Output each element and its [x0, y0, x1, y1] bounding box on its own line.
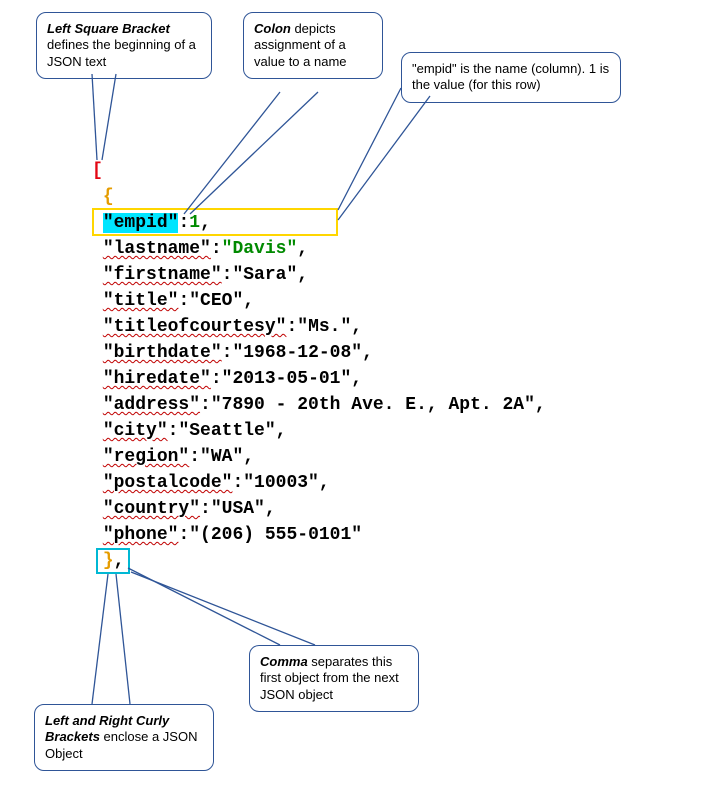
- json-trail-3: ,: [243, 291, 254, 311]
- callout-colon-prefix: Colon: [254, 21, 291, 36]
- json-key-12: "phone": [103, 525, 179, 545]
- json-trail-6: ,: [351, 369, 362, 389]
- json-colon-4: :: [286, 317, 297, 337]
- json-colon-8: :: [168, 421, 179, 441]
- json-key-6: "hiredate": [103, 369, 211, 389]
- json-key-8: "city": [103, 421, 168, 441]
- json-key-11: "country": [103, 499, 200, 519]
- json-trail-11: ,: [265, 499, 276, 519]
- callout-empid-text: "empid" is the name (column). 1 is the v…: [412, 61, 609, 92]
- json-trail-7: ,: [535, 395, 546, 415]
- callout-left-bracket-prefix: Left Square Bracket: [47, 21, 170, 36]
- open-array-bracket: [: [92, 161, 103, 181]
- json-key-4: "titleofcourtesy": [103, 317, 287, 337]
- json-value-8: "Seattle": [178, 421, 275, 441]
- callout-comma: Comma separates this first object from t…: [249, 645, 419, 712]
- json-colon-6: :: [211, 369, 222, 389]
- json-colon-1: :: [211, 239, 222, 259]
- highlight-box-close-comma: [96, 548, 130, 574]
- json-colon-10: :: [232, 473, 243, 493]
- json-colon-12: :: [178, 525, 189, 545]
- json-colon-2: :: [222, 265, 233, 285]
- open-object-brace: {: [103, 187, 114, 207]
- json-colon-9: :: [189, 447, 200, 467]
- json-value-3: "CEO": [189, 291, 243, 311]
- json-key-9: "region": [103, 447, 189, 467]
- json-trail-2: ,: [297, 265, 308, 285]
- json-value-10: "10003": [243, 473, 319, 493]
- callout-left-bracket-rest: defines the beginning of a JSON text: [47, 37, 196, 68]
- json-value-2: "Sara": [232, 265, 297, 285]
- json-colon-5: :: [222, 343, 233, 363]
- callout-comma-prefix: Comma: [260, 654, 308, 669]
- callout-left-bracket: Left Square Bracket defines the beginnin…: [36, 12, 212, 79]
- json-trail-5: ,: [362, 343, 373, 363]
- json-value-4: "Ms.": [297, 317, 351, 337]
- json-key-5: "birthdate": [103, 343, 222, 363]
- json-value-1: "Davis": [222, 239, 298, 259]
- json-colon-7: :: [200, 395, 211, 415]
- json-value-6: "2013-05-01": [222, 369, 352, 389]
- json-key-10: "postalcode": [103, 473, 233, 493]
- callout-curly: Left and Right Curly Brackets enclose a …: [34, 704, 214, 771]
- highlight-box-empid-row: [92, 208, 338, 236]
- json-colon-11: :: [200, 499, 211, 519]
- callout-empid-name: "empid" is the name (column). 1 is the v…: [401, 52, 621, 103]
- callout-colon: Colon depicts assignment of a value to a…: [243, 12, 383, 79]
- json-colon-3: :: [178, 291, 189, 311]
- json-value-11: "USA": [211, 499, 265, 519]
- json-value-7: "7890 - 20th Ave. E., Apt. 2A": [211, 395, 535, 415]
- json-key-2: "firstname": [103, 265, 222, 285]
- json-trail-10: ,: [319, 473, 330, 493]
- json-trail-4: ,: [351, 317, 362, 337]
- json-key-7: "address": [103, 395, 200, 415]
- json-trail-9: ,: [243, 447, 254, 467]
- json-value-5: "1968-12-08": [232, 343, 362, 363]
- json-key-1: "lastname": [103, 239, 211, 259]
- json-trail-1: ,: [297, 239, 308, 259]
- json-key-3: "title": [103, 291, 179, 311]
- json-value-9: "WA": [200, 447, 243, 467]
- json-value-12: "(206) 555-0101": [189, 525, 362, 545]
- json-trail-8: ,: [276, 421, 287, 441]
